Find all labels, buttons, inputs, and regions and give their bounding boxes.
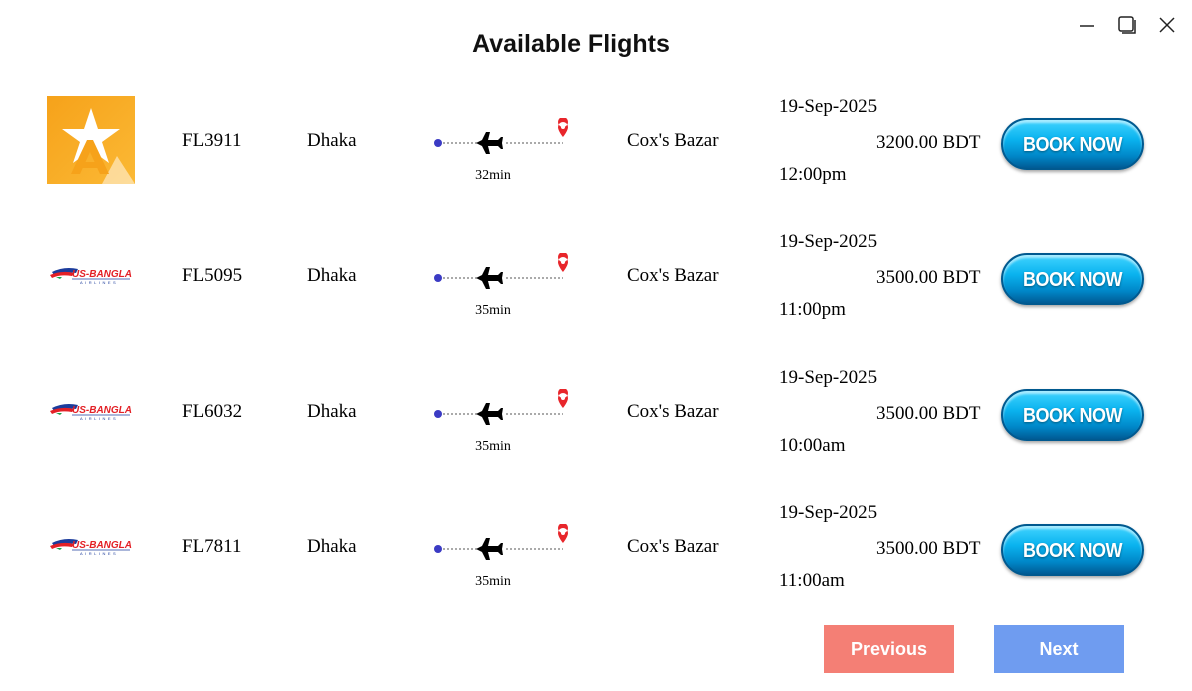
destination-city: Cox's Bazar (627, 401, 719, 422)
route-graphic: 32min (428, 118, 576, 188)
close-icon[interactable] (1156, 14, 1178, 36)
flight-time: 10:00am (779, 435, 846, 456)
flight-code: FL6032 (182, 401, 243, 422)
flight-price: 3500.00 BDT (876, 267, 981, 288)
book-now-button[interactable]: BOOK NOW (1001, 524, 1144, 576)
svg-text:AIRLINES: AIRLINES (80, 551, 118, 556)
book-now-button[interactable]: BOOK NOW (1001, 118, 1144, 170)
origin-city: Dhaka (307, 536, 357, 557)
destination-city: Cox's Bazar (627, 130, 719, 151)
origin-city: Dhaka (307, 401, 357, 422)
flight-price: 3500.00 BDT (876, 403, 981, 424)
origin-city: Dhaka (307, 130, 357, 151)
svg-text:AIRLINES: AIRLINES (80, 280, 118, 285)
airline-logo (47, 96, 135, 184)
route-graphic: 35min (428, 253, 576, 323)
flight-time: 11:00pm (779, 299, 846, 320)
flight-code: FL7811 (182, 536, 242, 557)
next-button[interactable]: Next (994, 625, 1124, 673)
previous-button[interactable]: Previous (824, 625, 954, 673)
airline-logo: US-BANGLA AIRLINES (47, 231, 135, 319)
flight-date: 19-Sep-2025 (779, 367, 878, 388)
flight-row: US-BANGLA AIRLINES FL6032 Dhaka 35min Co… (0, 367, 1192, 467)
flight-date: 19-Sep-2025 (779, 96, 878, 117)
book-now-button[interactable]: BOOK NOW (1001, 389, 1144, 441)
book-now-label: BOOK NOW (1023, 131, 1123, 155)
destination-city: Cox's Bazar (627, 265, 719, 286)
origin-city: Dhaka (307, 265, 357, 286)
airline-logo: US-BANGLA AIRLINES (47, 367, 135, 455)
svg-text:US-BANGLA: US-BANGLA (72, 405, 132, 416)
flight-date: 19-Sep-2025 (779, 231, 878, 252)
book-now-label: BOOK NOW (1023, 266, 1123, 290)
route-graphic: 35min (428, 524, 576, 594)
flight-row: US-BANGLA AIRLINES FL5095 Dhaka 35min Co… (0, 231, 1192, 331)
destination-city: Cox's Bazar (627, 536, 719, 557)
book-now-label: BOOK NOW (1023, 402, 1123, 426)
flight-time: 12:00pm (779, 164, 847, 185)
flight-price: 3500.00 BDT (876, 538, 981, 559)
route-graphic: 35min (428, 389, 576, 459)
book-now-button[interactable]: BOOK NOW (1001, 253, 1144, 305)
flight-time: 11:00am (779, 570, 845, 591)
flight-duration: 35min (475, 574, 511, 589)
flight-code: FL5095 (182, 265, 243, 286)
flight-code: FL3911 (182, 130, 242, 151)
flight-duration: 35min (475, 303, 511, 318)
page-title: Available Flights (472, 30, 670, 58)
book-now-label: BOOK NOW (1023, 537, 1123, 561)
flight-row: FL3911 Dhaka 32min Cox's Bazar 19-Sep-20… (0, 96, 1192, 196)
airline-logo: US-BANGLA AIRLINES (47, 502, 135, 590)
flight-date: 19-Sep-2025 (779, 502, 878, 523)
svg-text:US-BANGLA: US-BANGLA (72, 269, 132, 280)
flight-duration: 32min (475, 168, 511, 183)
svg-text:US-BANGLA: US-BANGLA (72, 540, 132, 551)
svg-text:AIRLINES: AIRLINES (80, 416, 118, 421)
flight-row: US-BANGLA AIRLINES FL7811 Dhaka 35min Co… (0, 502, 1192, 602)
flight-duration: 35min (475, 439, 511, 454)
flight-price: 3200.00 BDT (876, 132, 981, 153)
